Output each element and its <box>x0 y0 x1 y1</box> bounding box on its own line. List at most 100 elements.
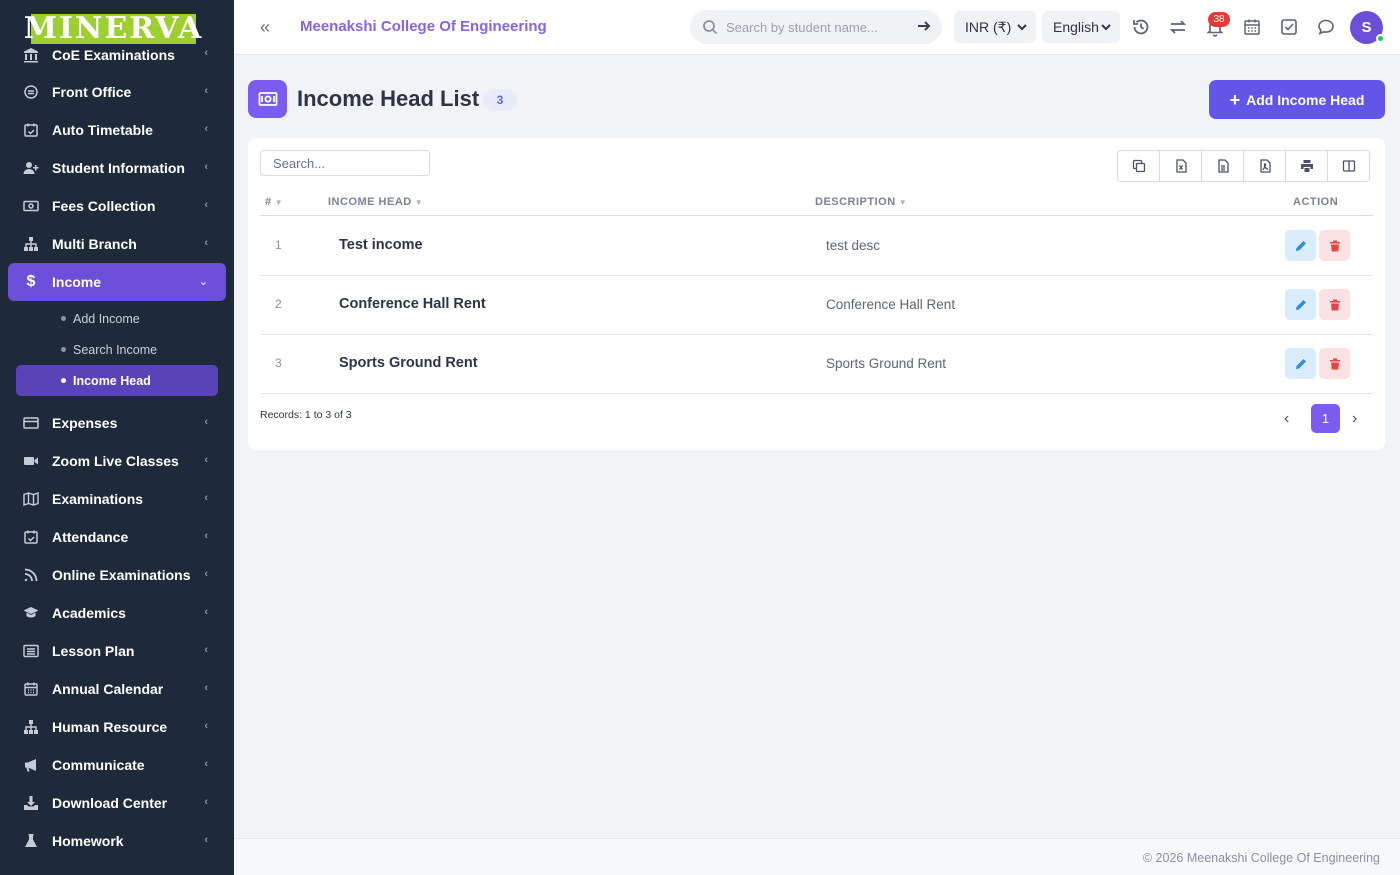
front-office-icon <box>22 84 40 100</box>
chevron-left-icon: ‹ <box>204 720 208 732</box>
map-icon <box>22 491 40 507</box>
add-income-head-button[interactable]: + Add Income Head <box>1209 80 1385 119</box>
bullet-icon <box>61 316 66 321</box>
chevron-down-icon: ⌄ <box>198 276 208 288</box>
switch-icon[interactable] <box>1168 17 1188 37</box>
college-name[interactable]: Meenakshi College Of Engineering <box>300 18 547 35</box>
income-head-description: Conference Hall Rent <box>826 297 956 312</box>
income-head-description: test desc <box>826 238 881 253</box>
edit-button[interactable] <box>1285 289 1316 320</box>
chevron-left-icon: ‹ <box>204 530 208 542</box>
bullet-icon <box>61 347 66 352</box>
excel-file-icon[interactable] <box>1160 151 1202 181</box>
column-header-number[interactable]: # ▼ <box>265 196 283 208</box>
currency-select[interactable]: INR (₹) <box>954 11 1036 43</box>
pagination-current-page[interactable]: 1 <box>1311 404 1340 433</box>
delete-button[interactable] <box>1319 230 1350 261</box>
sidebar-item-expenses[interactable]: Expenses ‹ <box>0 404 234 442</box>
sidebar-item-label: Auto Timetable <box>52 122 153 138</box>
sidebar-item-label: Front Office <box>52 84 132 100</box>
income-head-name: Conference Hall Rent <box>339 296 486 312</box>
trash-icon <box>1329 299 1340 310</box>
sidebar-item-communicate[interactable]: Communicate ‹ <box>0 746 234 784</box>
column-header-description[interactable]: DESCRIPTION ▼ <box>815 196 907 208</box>
delete-button[interactable] <box>1319 289 1350 320</box>
sidebar-item-income[interactable]: $ Income ⌄ <box>8 263 226 301</box>
sidebar-item-student-information[interactable]: Student Information ‹ <box>0 149 234 187</box>
pdf-file-icon[interactable] <box>1244 151 1286 181</box>
sidebar-item-examinations[interactable]: Examinations ‹ <box>0 480 234 518</box>
pencil-icon <box>1295 358 1306 369</box>
income-head-name: Test income <box>339 237 423 253</box>
sidebar-subitem-label: Search Income <box>73 342 158 357</box>
sidebar-item-label: Examinations <box>52 491 144 507</box>
user-add-icon <box>22 160 40 176</box>
sidebar-item-human-resource[interactable]: Human Resource ‹ <box>0 708 234 746</box>
graduation-cap-icon <box>22 605 40 621</box>
money-icon <box>22 198 40 214</box>
bullhorn-icon <box>22 757 40 773</box>
student-search-input[interactable] <box>726 17 906 37</box>
page-title: Income Head List <box>297 86 480 111</box>
sidebar-item-label: Download Center <box>52 795 168 811</box>
list-alt-icon <box>22 643 40 659</box>
collapse-sidebar-icon[interactable]: « <box>260 17 280 37</box>
sidebar-item-front-office[interactable]: Front Office ‹ <box>0 73 234 111</box>
income-head-description: Sports Ground Rent <box>826 356 947 371</box>
chat-icon[interactable] <box>1316 17 1336 37</box>
arrow-right-icon[interactable] <box>916 18 932 34</box>
sidebar-item-label: Expenses <box>52 415 118 431</box>
column-header-income-head[interactable]: INCOME HEAD ▼ <box>328 196 423 208</box>
sidebar-item-homework[interactable]: Homework ‹ <box>0 822 234 860</box>
columns-icon[interactable] <box>1328 151 1369 181</box>
sidebar-item-academics[interactable]: Academics ‹ <box>0 594 234 632</box>
sidebar-subitem-add-income[interactable]: Add Income <box>0 303 234 334</box>
pencil-icon <box>1295 240 1306 251</box>
bank-icon <box>22 47 40 63</box>
sidebar-item-online-examinations[interactable]: Online Examinations ‹ <box>0 556 234 594</box>
chevron-left-icon[interactable]: ‹ <box>1284 410 1289 428</box>
csv-file-icon[interactable] <box>1202 151 1244 181</box>
income-head-name: Sports Ground Rent <box>339 355 478 371</box>
chevron-left-icon: ‹ <box>204 85 208 97</box>
sidebar-item-download-center[interactable]: Download Center ‹ <box>0 784 234 822</box>
delete-button[interactable] <box>1319 348 1350 379</box>
chevron-left-icon: ‹ <box>204 161 208 173</box>
task-check-icon[interactable] <box>1279 17 1299 37</box>
row-number: 1 <box>275 238 282 252</box>
sidebar-subitem-search-income[interactable]: Search Income <box>0 334 234 365</box>
sidebar-item-multi-branch[interactable]: Multi Branch ‹ <box>0 225 234 263</box>
table-row: 3 Sports Ground Rent Sports Ground Rent <box>260 334 1373 394</box>
sidebar-item-auto-timetable[interactable]: Auto Timetable ‹ <box>0 111 234 149</box>
chevron-right-icon[interactable]: › <box>1352 410 1357 428</box>
language-select[interactable]: English <box>1042 11 1120 43</box>
export-toolbar <box>1117 150 1370 182</box>
sidebar-item-attendance[interactable]: Attendance ‹ <box>0 518 234 556</box>
minerva-logo[interactable]: MINERVA <box>24 14 201 44</box>
records-info: Records: 1 to 3 of 3 <box>260 409 352 421</box>
sidebar-item-label: Communicate <box>52 757 145 773</box>
copy-icon[interactable] <box>1118 151 1160 181</box>
history-icon[interactable] <box>1131 17 1151 37</box>
sort-icon: ▼ <box>274 198 284 207</box>
sidebar-item-zoom-live-classes[interactable]: Zoom Live Classes ‹ <box>0 442 234 480</box>
sidebar-subitem-income-head[interactable]: Income Head <box>16 365 218 396</box>
trash-icon <box>1329 240 1340 251</box>
chevron-left-icon: ‹ <box>204 416 208 428</box>
print-icon[interactable] <box>1286 151 1328 181</box>
sidebar-item-label: Fees Collection <box>52 198 156 214</box>
credit-card-icon <box>22 415 40 431</box>
sidebar-item-annual-calendar[interactable]: Annual Calendar ‹ <box>0 670 234 708</box>
sidebar-item-lesson-plan[interactable]: Lesson Plan ‹ <box>0 632 234 670</box>
table-search-input[interactable] <box>260 150 430 176</box>
sidebar-item-label: Annual Calendar <box>52 681 164 697</box>
calendar-icon[interactable] <box>1242 17 1262 37</box>
table-row: 1 Test income test desc <box>260 216 1373 276</box>
sort-icon: ▼ <box>414 198 424 207</box>
sidebar-item-fees-collection[interactable]: Fees Collection ‹ <box>0 187 234 225</box>
video-icon <box>22 453 40 469</box>
topbar: « Meenakshi College Of Engineering INR (… <box>234 0 1400 55</box>
edit-button[interactable] <box>1285 348 1316 379</box>
trash-icon <box>1329 358 1340 369</box>
edit-button[interactable] <box>1285 230 1316 261</box>
